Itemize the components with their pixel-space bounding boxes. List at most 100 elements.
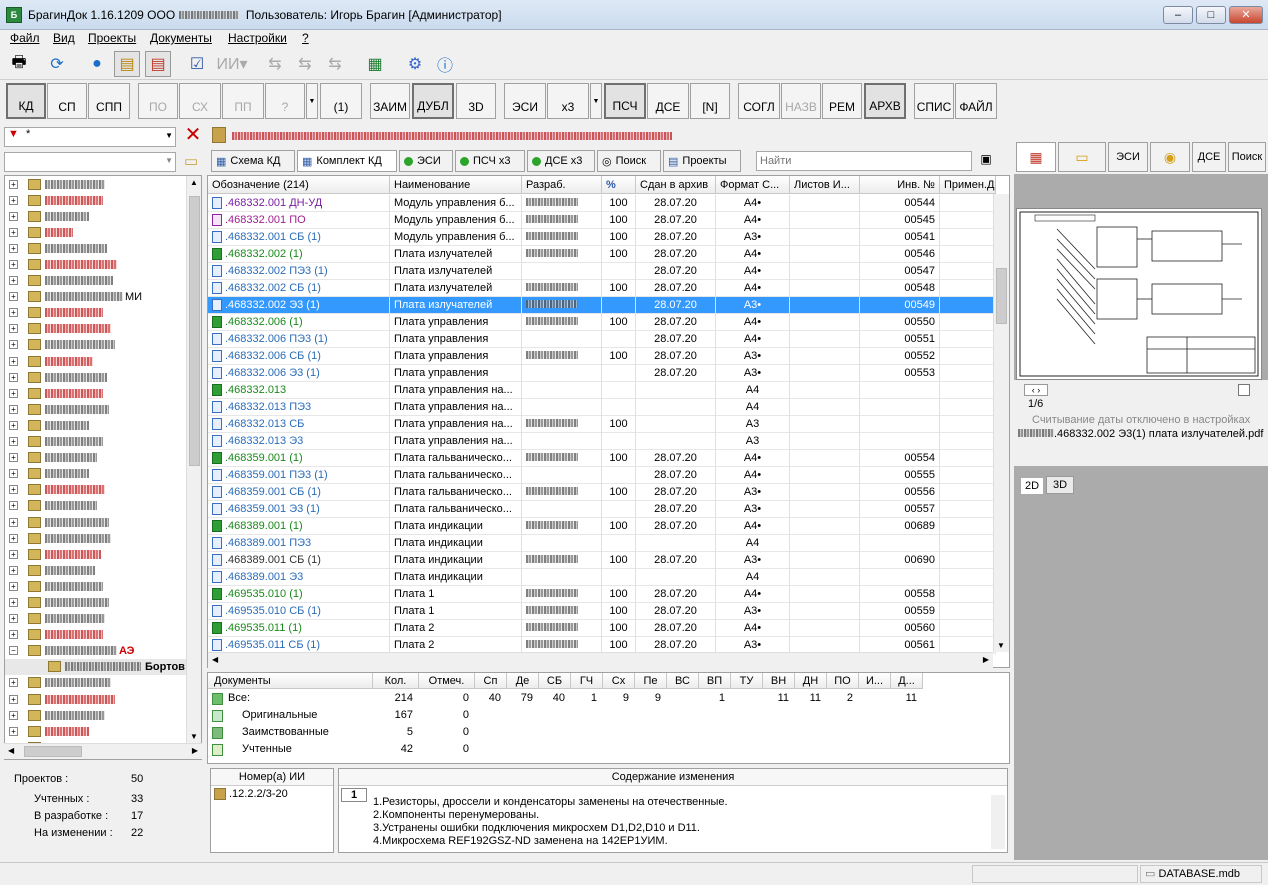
export-icon[interactable]: ⇆: [262, 51, 288, 77]
menu-projects[interactable]: Проекты: [88, 31, 136, 45]
tree-node[interactable]: +Бортов: [5, 658, 201, 675]
table-row[interactable]: .468332.006 ПЭ3 (1) Плата управления 28.07…: [208, 331, 996, 348]
tab-right-esi[interactable]: ЭСИ: [1108, 142, 1148, 172]
coins-icon[interactable]: ◉: [1150, 142, 1190, 172]
tree-node[interactable]: +: [5, 321, 201, 337]
chevron-down-icon[interactable]: ▼: [165, 131, 173, 140]
tree-node[interactable]: +: [5, 675, 201, 691]
tree-node[interactable]: +: [5, 578, 201, 594]
tree-node[interactable]: +: [5, 514, 201, 530]
table-row[interactable]: .468389.001 ПЭ3 Плата индикации А4: [208, 535, 996, 552]
table-row[interactable]: .468332.002 ПЭ3 (1) Плата излучателей 28.0…: [208, 263, 996, 280]
menu-settings[interactable]: Настройки: [228, 31, 287, 45]
table-row[interactable]: .469535.010 СБ (1) Плата 1 100 28.07.20 А3• 0…: [208, 603, 996, 620]
expand-icon[interactable]: +: [9, 372, 18, 382]
filter-combo[interactable]: ▼ * ▼: [4, 127, 176, 147]
3d-button[interactable]: 3D: [456, 83, 496, 119]
rem-button[interactable]: РЕМ: [822, 83, 862, 119]
dse-button[interactable]: ДСЕ: [647, 83, 689, 119]
expand-icon[interactable]: +: [9, 565, 18, 575]
notice-item[interactable]: .12.2.2/3-20: [211, 786, 333, 802]
tree-node[interactable]: +: [5, 353, 201, 369]
table-row[interactable]: .468332.006 СБ (1) Плата управления 100 28.…: [208, 348, 996, 365]
info-icon[interactable]: ⓘ: [432, 51, 458, 77]
table-row[interactable]: .468359.001 СБ (1) Плата гальваническо...…: [208, 484, 996, 501]
scroll-left-icon[interactable]: ◀: [212, 655, 218, 664]
summary-column-header[interactable]: ГЧ: [571, 673, 603, 689]
table-row[interactable]: .468332.013 ПЭ3 Плата управления на... А4: [208, 399, 996, 416]
summary-column-header[interactable]: ВН: [763, 673, 795, 689]
zaim-button[interactable]: ЗАИМ: [370, 83, 410, 119]
tree-node[interactable]: +: [5, 466, 201, 482]
column-header-archived[interactable]: Сдан в архив: [636, 176, 716, 194]
arhv-button[interactable]: АРХВ: [864, 83, 906, 119]
summary-column-header[interactable]: Отмеч.: [419, 673, 475, 689]
maximize-button[interactable]: □: [1196, 6, 1226, 24]
summary-column-header[interactable]: ВС: [667, 673, 699, 689]
summary-column-header[interactable]: И...: [859, 673, 891, 689]
summary-column-header[interactable]: ДН: [795, 673, 827, 689]
tab-esi[interactable]: ЭСИ: [399, 150, 453, 172]
gear-icon[interactable]: ⚙: [402, 51, 428, 77]
summary-column-header[interactable]: СБ: [539, 673, 571, 689]
tab-right-dse[interactable]: ДСЕ: [1192, 142, 1226, 172]
tree-node[interactable]: +: [5, 417, 201, 433]
fit-checkbox[interactable]: [1238, 384, 1250, 396]
table-row[interactable]: .468332.001 ПО Модуль управления б... 100 2…: [208, 212, 996, 229]
minimize-button[interactable]: –: [1163, 6, 1193, 24]
expand-icon[interactable]: +: [9, 710, 18, 720]
open-folder-icon[interactable]: ▭: [184, 152, 202, 170]
documents-grid[interactable]: Обозначение (214) Наименование Разраб. %…: [207, 175, 1010, 668]
tree-node[interactable]: +: [5, 498, 201, 514]
table-row[interactable]: .468332.013 Плата управления на... А4: [208, 382, 996, 399]
folder-alert-icon[interactable]: ▤: [145, 51, 171, 77]
column-header-name[interactable]: Наименование: [390, 176, 522, 194]
summary-column-header[interactable]: ПО: [827, 673, 859, 689]
summary-column-header[interactable]: Документы: [208, 673, 373, 689]
expand-icon[interactable]: −: [9, 646, 18, 656]
expand-icon[interactable]: +: [9, 340, 18, 350]
summary-column-header[interactable]: Д...: [891, 673, 923, 689]
document-tab-icon[interactable]: ▭: [1058, 142, 1106, 172]
table-row[interactable]: .468332.001 СБ (1) Модуль управления б...…: [208, 229, 996, 246]
tree-node[interactable]: +: [5, 482, 201, 498]
tab-komplekt[interactable]: ▦ Комплект КД: [297, 150, 397, 172]
pp-button[interactable]: ПП: [222, 83, 264, 119]
tree-node[interactable]: +: [5, 723, 201, 739]
refresh-icon[interactable]: ⟳: [44, 51, 70, 77]
grid-hscrollbar[interactable]: ◀ ▶: [208, 652, 993, 668]
psch-button[interactable]: ПСЧ: [604, 83, 646, 119]
expand-icon[interactable]: +: [9, 726, 18, 736]
table-row[interactable]: .468332.013 Э3 Плата управления на... А3: [208, 433, 996, 450]
menu-help[interactable]: ?: [302, 31, 309, 45]
checkbox-icon[interactable]: ☑: [184, 51, 210, 77]
scroll-right-icon[interactable]: ▶: [983, 655, 989, 664]
tree-node[interactable]: +: [5, 627, 201, 643]
sogl-button[interactable]: СОГЛ: [738, 83, 780, 119]
expand-icon[interactable]: +: [9, 276, 18, 286]
tree-node[interactable]: +: [5, 707, 201, 723]
expand-icon[interactable]: +: [9, 694, 18, 704]
copy-icon[interactable]: ⇆: [292, 51, 318, 77]
close-button[interactable]: ✕: [1229, 6, 1263, 24]
summary-column-header[interactable]: Сх: [603, 673, 635, 689]
expand-icon[interactable]: +: [9, 292, 18, 302]
tree-node[interactable]: +: [5, 305, 201, 321]
column-header-code[interactable]: Обозначение (214): [208, 176, 390, 194]
scroll-down-icon[interactable]: ▼: [190, 732, 198, 741]
expand-icon[interactable]: +: [9, 437, 18, 447]
spis-button[interactable]: СПИС: [914, 83, 954, 119]
column-header-developer[interactable]: Разраб.: [522, 176, 602, 194]
excel-icon[interactable]: ▦: [362, 51, 388, 77]
expand-icon[interactable]: +: [9, 485, 18, 495]
tree-node[interactable]: +: [5, 256, 201, 272]
table-row[interactable]: .469535.011 (1) Плата 2 100 28.07.20 А4• 0056…: [208, 620, 996, 637]
sh-button[interactable]: СХ: [179, 83, 221, 119]
tree-node[interactable]: +: [5, 530, 201, 546]
tree-node[interactable]: − АЭ: [5, 643, 201, 659]
menu-documents[interactable]: Документы: [150, 31, 212, 45]
scroll-right-icon[interactable]: ▶: [192, 746, 198, 755]
bulb-icon[interactable]: ●: [84, 51, 110, 77]
change-text[interactable]: 1.Резисторы, дроссели и конденсаторы зам…: [373, 796, 728, 848]
page-nav-arrows[interactable]: ‹ ›: [1024, 384, 1048, 396]
